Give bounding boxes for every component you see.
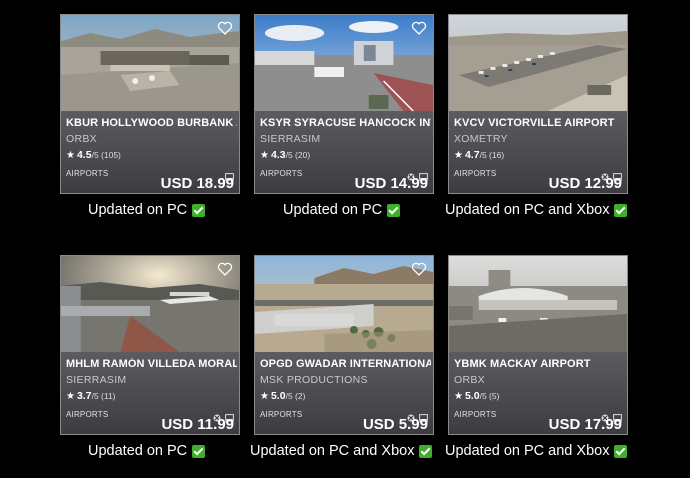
product-rating: ★ 5.0/5 (5) bbox=[454, 390, 500, 402]
checkmark-icon bbox=[192, 203, 206, 217]
heart-outline-icon[interactable] bbox=[411, 261, 427, 277]
product-title[interactable]: MHLM RAMÓN VILLEDA MORALES I bbox=[66, 358, 237, 370]
product-thumbnail bbox=[255, 256, 433, 352]
product-publisher: SIERRASIM bbox=[260, 133, 321, 145]
star-icon: ★ bbox=[260, 150, 269, 161]
product-info: MHLM RAMÓN VILLEDA MORALES I SIERRASIM ★… bbox=[61, 352, 239, 434]
product-rating: ★ 4.5/5 (105) bbox=[66, 149, 121, 161]
product-thumbnail bbox=[449, 256, 627, 352]
product-price: USD 18.99 bbox=[160, 175, 234, 192]
heart-outline-icon[interactable] bbox=[217, 261, 233, 277]
product-info: KVCV VICTORVILLE AIRPORT XOMETRY ★ 4.7/5 … bbox=[449, 111, 627, 193]
product-publisher: ORBX bbox=[66, 133, 97, 145]
product-category: AIRPORTS bbox=[260, 410, 303, 419]
product-thumbnail bbox=[61, 15, 239, 111]
update-status: Updated on PC and Xbox bbox=[445, 443, 628, 459]
update-status: Updated on PC bbox=[88, 443, 206, 459]
product-rating: ★ 5.0/5 (2) bbox=[260, 390, 306, 402]
product-info: OPGD GWADAR INTERNATIONAL AI MSK PRODUCT… bbox=[255, 352, 433, 434]
star-icon: ★ bbox=[66, 150, 75, 161]
star-icon: ★ bbox=[454, 391, 463, 402]
product-title[interactable]: YBMK MACKAY AIRPORT bbox=[454, 358, 625, 370]
update-status: Updated on PC bbox=[88, 202, 206, 218]
product-info: KBUR HOLLYWOOD BURBANK AIRP ORBX ★4.5/5 … bbox=[61, 111, 239, 193]
checkmark-icon bbox=[419, 444, 433, 458]
product-thumbnail bbox=[449, 15, 627, 111]
heart-outline-icon[interactable] bbox=[217, 20, 233, 36]
product-card[interactable]: KBUR HOLLYWOOD BURBANK AIRP ORBX ★4.5/5 … bbox=[60, 14, 240, 194]
product-info: YBMK MACKAY AIRPORT ORBX ★ 5.0/5 (5) AIRP… bbox=[449, 352, 627, 434]
product-category: AIRPORTS bbox=[454, 410, 497, 419]
product-category: AIRPORTS bbox=[66, 169, 109, 178]
product-price: USD 17.99 bbox=[548, 416, 622, 433]
star-icon: ★ bbox=[454, 150, 463, 161]
update-status: Updated on PC bbox=[283, 202, 401, 218]
product-rating: ★ 4.3/5 (20) bbox=[260, 149, 311, 161]
product-thumbnail bbox=[255, 15, 433, 111]
star-icon: ★ bbox=[260, 391, 269, 402]
update-status: Updated on PC and Xbox bbox=[250, 443, 433, 459]
checkmark-icon bbox=[614, 203, 628, 217]
product-title[interactable]: KBUR HOLLYWOOD BURBANK AIRP bbox=[66, 117, 237, 129]
product-publisher: XOMETRY bbox=[454, 133, 508, 145]
product-publisher: MSK PRODUCTIONS bbox=[260, 374, 368, 386]
product-rating: ★ 4.7/5 (16) bbox=[454, 149, 505, 161]
product-price: USD 14.99 bbox=[354, 175, 428, 192]
product-title[interactable]: KSYR SYRACUSE HANCOCK INTERN bbox=[260, 117, 431, 129]
product-title[interactable]: KVCV VICTORVILLE AIRPORT bbox=[454, 117, 625, 129]
product-category: AIRPORTS bbox=[260, 169, 303, 178]
star-icon: ★ bbox=[66, 391, 75, 402]
update-status: Updated on PC and Xbox bbox=[445, 202, 628, 218]
product-card[interactable]: OPGD GWADAR INTERNATIONAL AI MSK PRODUCT… bbox=[254, 255, 434, 435]
product-publisher: ORBX bbox=[454, 374, 485, 386]
product-thumbnail bbox=[61, 256, 239, 352]
product-card[interactable]: YBMK MACKAY AIRPORT ORBX ★ 5.0/5 (5) AIRP… bbox=[448, 255, 628, 435]
product-title[interactable]: OPGD GWADAR INTERNATIONAL AI bbox=[260, 358, 431, 370]
product-category: AIRPORTS bbox=[66, 410, 109, 419]
product-price: USD 11.99 bbox=[161, 416, 234, 433]
checkmark-icon bbox=[614, 444, 628, 458]
product-card[interactable]: KVCV VICTORVILLE AIRPORT XOMETRY ★ 4.7/5 … bbox=[448, 14, 628, 194]
checkmark-icon bbox=[387, 203, 401, 217]
product-card[interactable]: KSYR SYRACUSE HANCOCK INTERN SIERRASIM ★… bbox=[254, 14, 434, 194]
checkmark-icon bbox=[192, 444, 206, 458]
product-info: KSYR SYRACUSE HANCOCK INTERN SIERRASIM ★… bbox=[255, 111, 433, 193]
product-publisher: SIERRASIM bbox=[66, 374, 127, 386]
product-card[interactable]: MHLM RAMÓN VILLEDA MORALES I SIERRASIM ★… bbox=[60, 255, 240, 435]
heart-outline-icon[interactable] bbox=[411, 20, 427, 36]
product-price: USD 5.99 bbox=[362, 416, 428, 433]
product-rating: ★ 3.7/5 (11) bbox=[66, 390, 116, 402]
product-category: AIRPORTS bbox=[454, 169, 497, 178]
product-price: USD 12.99 bbox=[548, 175, 622, 192]
